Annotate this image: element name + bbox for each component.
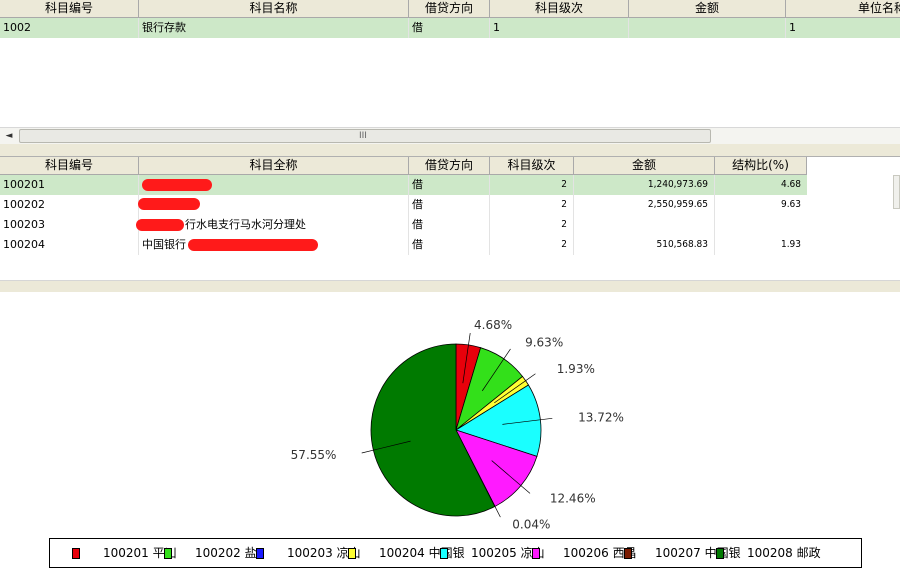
- cell-amount: 2,550,959.65: [574, 195, 715, 215]
- col-header-direction[interactable]: 借贷方向: [409, 157, 490, 175]
- account-summary-table: 科目编号 科目名称 借贷方向 科目级次 金额 单位名称 1002 银行存款 借 …: [0, 0, 900, 127]
- scroll-left-arrow-icon[interactable]: ◄: [2, 129, 16, 143]
- redaction-mark: [136, 219, 184, 231]
- col-header-code[interactable]: 科目编号: [0, 157, 139, 175]
- sub-account-table: 科目编号 科目全称 借贷方向 科目级次 金额 结构比(%) 100201 借 2…: [0, 157, 900, 279]
- cell-level: 2: [490, 175, 574, 195]
- cell-direction: 借: [409, 18, 490, 38]
- splitter-1[interactable]: [0, 144, 900, 157]
- legend-label: 100207 中国银: [655, 546, 741, 560]
- legend-swatch: [164, 548, 172, 559]
- cell-level: 1: [490, 18, 629, 38]
- legend-swatch: [532, 548, 540, 559]
- col-header-name[interactable]: 科目名称: [139, 0, 409, 18]
- legend-swatch: [72, 548, 80, 559]
- table-row[interactable]: 100203 行水电支行马水河分理处 借 2: [0, 215, 807, 235]
- table-row[interactable]: 100201 借 2 1,240,973.69 4.68: [0, 175, 807, 195]
- cell-amount: 1,240,973.69: [574, 175, 715, 195]
- legend-label: 100202 盐: [195, 546, 257, 560]
- slice-percent-label: 13.72%: [578, 410, 624, 424]
- col-header-level[interactable]: 科目级次: [490, 157, 574, 175]
- slice-percent-label: 57.55%: [291, 448, 337, 462]
- legend-label: 100204 中国银: [379, 546, 465, 560]
- scroll-grip-icon: III: [359, 131, 367, 141]
- cell-direction: 借: [409, 215, 490, 235]
- cell-direction: 借: [409, 235, 490, 255]
- table-row[interactable]: 100202 借 2 2,550,959.65 9.63: [0, 195, 807, 215]
- cell-code: 100202: [0, 195, 139, 215]
- slice-percent-label: 4.68%: [474, 318, 512, 332]
- cell-ratio: 1.93: [780, 239, 801, 250]
- scroll-thumb[interactable]: III: [19, 129, 711, 143]
- cell-amount: [629, 18, 786, 38]
- col-header-fullname[interactable]: 科目全称: [139, 157, 409, 175]
- slice-percent-label: 0.04%: [512, 517, 550, 531]
- table-row[interactable]: 100204 中国银行 借 2 510,568.83 1.93: [0, 235, 807, 255]
- horizontal-scrollbar[interactable]: ◄ III: [0, 127, 900, 145]
- col-header-amount[interactable]: 金额: [629, 0, 786, 18]
- cell-ratio: 9.63: [780, 199, 801, 210]
- vertical-scrollbar[interactable]: [893, 175, 900, 209]
- col-header-code[interactable]: 科目编号: [0, 0, 139, 18]
- cell-ratio: 4.68: [715, 175, 807, 195]
- col-header-level[interactable]: 科目级次: [490, 0, 629, 18]
- legend-swatch: [440, 548, 448, 559]
- slice-percent-label: 9.63%: [525, 335, 563, 349]
- cell-amount: 510,568.83: [574, 235, 715, 255]
- chart-area: 4.68% 9.63% 1.93% 13.72% 12.46% 0.04% 57.55%: [0, 292, 900, 578]
- legend-swatch: [716, 548, 724, 559]
- cell-level: 2: [490, 235, 574, 255]
- legend-label: 100208 邮政: [747, 546, 821, 560]
- legend-swatch: [256, 548, 264, 559]
- cell-code: 100201: [0, 175, 139, 195]
- redaction-mark: [188, 239, 318, 251]
- pie-chart: 4.68% 9.63% 1.93% 13.72% 12.46%0.04% 57.55%: [291, 318, 624, 531]
- legend-swatch: [348, 548, 356, 559]
- cell-name: 银行存款: [139, 18, 409, 38]
- col-header-unit[interactable]: 单位名称: [786, 0, 900, 18]
- col-header-ratio[interactable]: 结构比(%): [715, 157, 807, 175]
- cell-level: 2: [490, 215, 574, 235]
- cell-unit: 1: [786, 18, 900, 38]
- redaction-mark: [142, 179, 212, 191]
- redaction-mark: [138, 198, 200, 210]
- cell-code: 1002: [0, 18, 139, 38]
- col-header-direction[interactable]: 借贷方向: [409, 0, 490, 18]
- col-header-amount[interactable]: 金额: [574, 157, 715, 175]
- cell-code: 100204: [0, 235, 139, 255]
- table-row[interactable]: 1002 银行存款 借 1 1: [0, 18, 900, 38]
- cell-level: 2: [490, 195, 574, 215]
- cell-direction: 借: [409, 175, 490, 195]
- slice-percent-label: 1.93%: [557, 362, 595, 376]
- cell-code: 100203: [0, 215, 139, 235]
- cell-amount: [574, 215, 715, 235]
- slice-percent-label: 12.46%: [550, 492, 596, 506]
- cell-direction: 借: [409, 195, 490, 215]
- chart-legend: 100201 平凵 100202 盐 100203 凉山 100204 中国银 1002…: [49, 538, 862, 568]
- cell-ratio: [715, 215, 807, 235]
- legend-swatch: [624, 548, 632, 559]
